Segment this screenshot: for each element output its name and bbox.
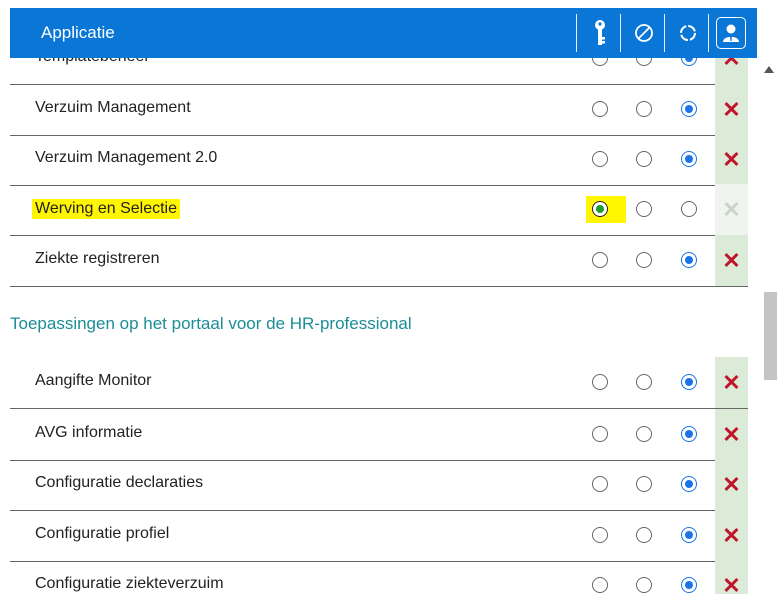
key-person-icon[interactable] bbox=[582, 12, 618, 54]
content-scroll-area[interactable]: Applicatie Templatebeheer✕Verzuim Manage… bbox=[0, 0, 777, 594]
radio-access-default[interactable] bbox=[681, 201, 697, 217]
header-divider bbox=[708, 14, 709, 52]
close-icon: ✕ bbox=[722, 522, 741, 548]
table-row: Verzuim Management 2.0 ✕ bbox=[10, 134, 748, 186]
table-header: Applicatie bbox=[10, 8, 757, 58]
radio-access-default[interactable] bbox=[681, 476, 697, 492]
close-icon: ✕ bbox=[722, 96, 741, 122]
row-label: Configuratie profiel bbox=[35, 525, 170, 542]
radio-access-granted[interactable] bbox=[592, 577, 608, 593]
row-label: Verzuim Management bbox=[35, 99, 191, 116]
row-label: Configuratie declaraties bbox=[35, 474, 204, 491]
header-divider bbox=[620, 14, 621, 52]
header-divider bbox=[664, 14, 665, 52]
delete-button[interactable]: ✕ bbox=[715, 357, 748, 408]
close-icon: ✕ bbox=[722, 247, 741, 273]
radio-access-granted[interactable] bbox=[592, 374, 608, 390]
table-row: Configuratie declaraties ✕ bbox=[10, 459, 748, 511]
column-header-applicatie: Applicatie bbox=[41, 23, 115, 42]
delete-button[interactable]: ✕ bbox=[715, 459, 748, 510]
user-card-icon[interactable] bbox=[713, 12, 749, 54]
scrollbar-thumb[interactable] bbox=[764, 292, 777, 380]
close-icon: ✕ bbox=[722, 146, 741, 172]
delete-button[interactable]: ✕ bbox=[715, 560, 748, 594]
radio-access-default[interactable] bbox=[681, 101, 697, 117]
radio-access-granted[interactable] bbox=[592, 151, 608, 167]
dashed-circle-icon[interactable] bbox=[670, 12, 706, 54]
close-icon: ✕ bbox=[722, 471, 741, 497]
radio-access-blocked[interactable] bbox=[636, 151, 652, 167]
table-row: Configuratie ziekteverzuim ✕ bbox=[10, 560, 748, 594]
radio-access-default[interactable] bbox=[681, 151, 697, 167]
radio-access-granted[interactable] bbox=[592, 252, 608, 268]
radio-access-blocked[interactable] bbox=[636, 101, 652, 117]
radio-access-default[interactable] bbox=[681, 374, 697, 390]
radio-access-default[interactable] bbox=[681, 426, 697, 442]
table-row: Verzuim Management ✕ bbox=[10, 84, 748, 136]
blocked-icon[interactable] bbox=[626, 12, 662, 54]
close-icon: ✕ bbox=[722, 421, 741, 447]
radio-access-blocked[interactable] bbox=[636, 426, 652, 442]
radio-access-blocked[interactable] bbox=[636, 201, 652, 217]
close-icon: ✕ bbox=[722, 369, 741, 395]
delete-button[interactable]: ✕ bbox=[715, 84, 748, 135]
radio-access-granted[interactable] bbox=[592, 426, 608, 442]
radio-access-default[interactable] bbox=[681, 527, 697, 543]
radio-access-blocked[interactable] bbox=[636, 374, 652, 390]
radio-access-granted[interactable] bbox=[592, 201, 608, 217]
radio-access-blocked[interactable] bbox=[636, 527, 652, 543]
section-title: Toepassingen op het portaal voor de HR-p… bbox=[10, 314, 412, 333]
table-row: Werving en Selectie ✕ bbox=[10, 184, 748, 236]
radio-access-blocked[interactable] bbox=[636, 577, 652, 593]
radio-access-granted[interactable] bbox=[592, 101, 608, 117]
row-label: Aangifte Monitor bbox=[35, 372, 152, 389]
row-label: AVG informatie bbox=[35, 424, 143, 441]
radio-access-granted[interactable] bbox=[592, 527, 608, 543]
row-label: Configuratie ziekteverzuim bbox=[35, 575, 224, 592]
delete-button[interactable]: ✕ bbox=[715, 409, 748, 460]
table-row: Configuratie profiel ✕ bbox=[10, 510, 748, 562]
radio-access-granted[interactable] bbox=[592, 476, 608, 492]
row-label: Werving en Selectie bbox=[32, 199, 180, 219]
radio-access-default[interactable] bbox=[681, 577, 697, 593]
table-row: Ziekte registreren ✕ bbox=[10, 235, 748, 287]
row-label: Ziekte registreren bbox=[35, 250, 160, 267]
delete-button[interactable]: ✕ bbox=[715, 134, 748, 185]
scroll-up-arrow-icon[interactable] bbox=[764, 66, 774, 73]
close-icon: ✕ bbox=[722, 572, 741, 594]
radio-access-blocked[interactable] bbox=[636, 252, 652, 268]
radio-access-default[interactable] bbox=[681, 252, 697, 268]
delete-button[interactable]: ✕ bbox=[715, 184, 748, 235]
row-label: Verzuim Management 2.0 bbox=[35, 149, 218, 166]
table-row: Aangifte Monitor ✕ bbox=[10, 357, 748, 409]
delete-button[interactable]: ✕ bbox=[715, 510, 748, 561]
radio-access-blocked[interactable] bbox=[636, 476, 652, 492]
close-icon: ✕ bbox=[722, 196, 741, 222]
header-divider bbox=[576, 14, 577, 52]
delete-button[interactable]: ✕ bbox=[715, 235, 748, 286]
table-row: AVG informatie ✕ bbox=[10, 409, 748, 461]
